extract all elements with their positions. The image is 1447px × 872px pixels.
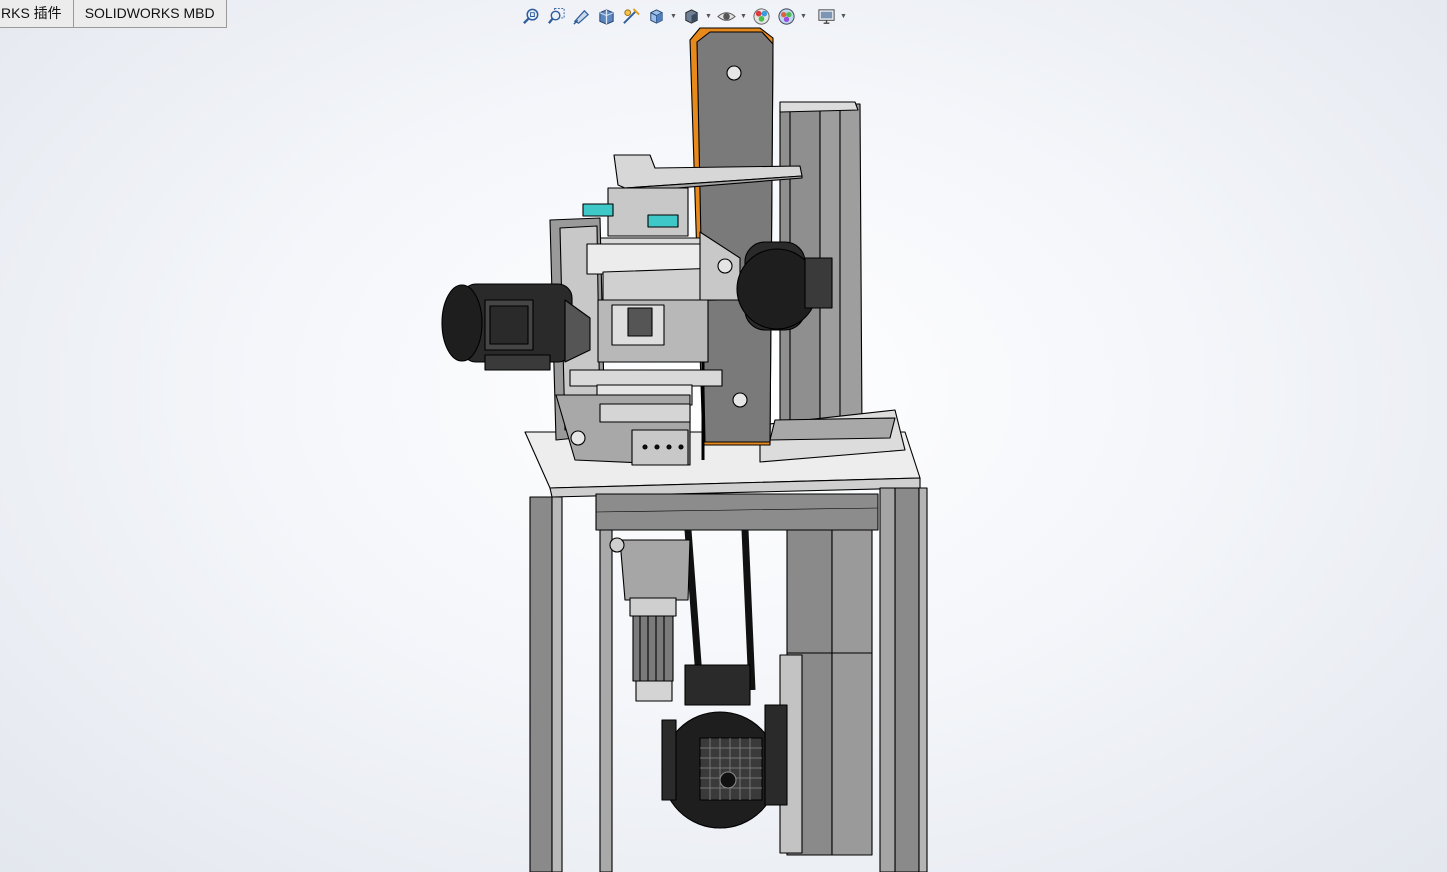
apply-scene-icon[interactable] xyxy=(774,5,798,27)
tab-solidworks-mbd[interactable]: SOLIDWORKS MBD xyxy=(73,0,227,28)
graphics-area-assembly-model[interactable] xyxy=(0,0,1447,872)
command-manager-tabs: RKS 插件 SOLIDWORKS MBD xyxy=(0,0,227,28)
heads-up-view-toolbar: ▼ ▼ ▼ ▼ ▼ xyxy=(519,4,848,28)
lower-column xyxy=(779,529,873,856)
view-orientation-icon[interactable] xyxy=(644,5,668,27)
previous-view-icon[interactable] xyxy=(569,5,593,27)
hide-show-items-icon[interactable] xyxy=(714,5,738,27)
display-style-dropdown-icon[interactable]: ▼ xyxy=(704,5,713,27)
lower-motor xyxy=(661,664,788,829)
section-view-icon[interactable] xyxy=(594,5,618,27)
apply-scene-dropdown-icon[interactable]: ▼ xyxy=(799,5,808,27)
edit-appearance-icon[interactable] xyxy=(749,5,773,27)
view-settings-icon[interactable] xyxy=(814,5,838,27)
view-settings-dropdown-icon[interactable]: ▼ xyxy=(839,5,848,27)
dynamic-annotation-icon[interactable] xyxy=(619,5,643,27)
left-motor xyxy=(441,283,591,371)
display-style-icon[interactable] xyxy=(679,5,703,27)
zoom-to-fit-icon[interactable] xyxy=(519,5,543,27)
zoom-to-area-icon[interactable] xyxy=(544,5,568,27)
hide-show-dropdown-icon[interactable]: ▼ xyxy=(739,5,748,27)
lower-cylinder xyxy=(609,537,691,702)
view-orientation-dropdown-icon[interactable]: ▼ xyxy=(669,5,678,27)
tab-rks-plugin[interactable]: RKS 插件 xyxy=(0,0,74,28)
